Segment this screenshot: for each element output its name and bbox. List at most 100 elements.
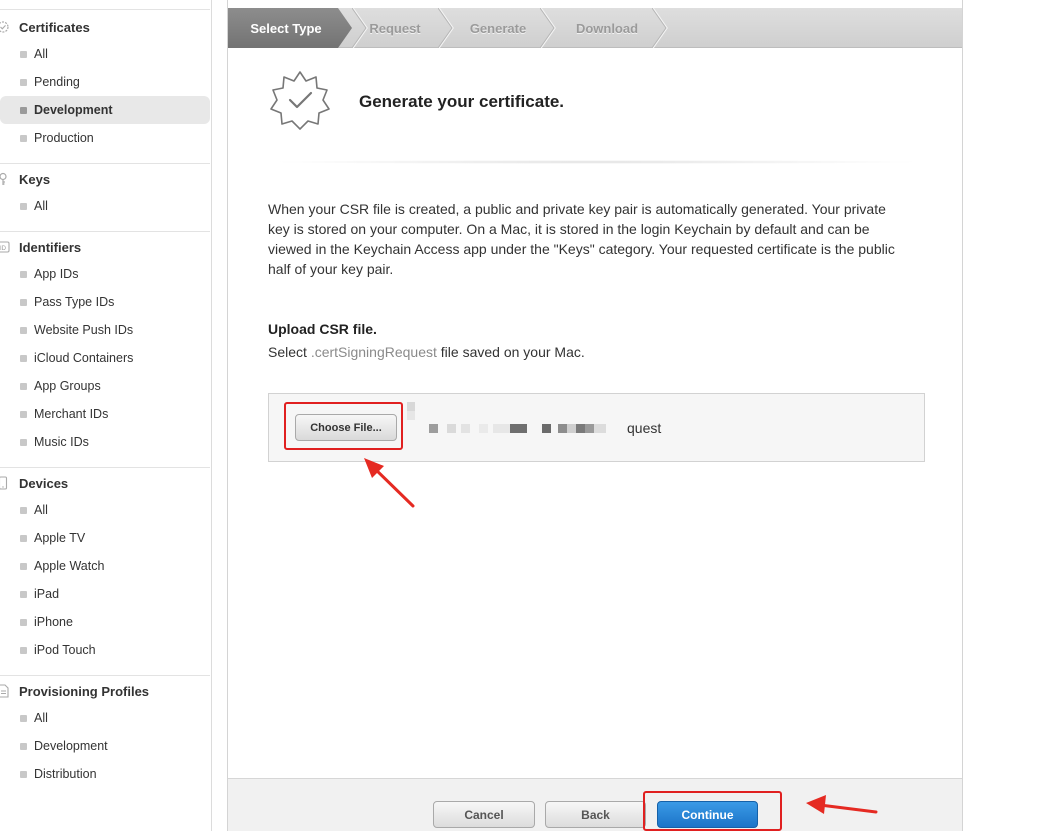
sidebar-heading-label: Certificates [19,19,90,35]
sidebar-item-label: Apple TV [34,531,86,545]
bullet [20,562,27,570]
sidebar-item-label: Pass Type IDs [34,295,115,309]
sidebar-heading-provisioning-profiles[interactable]: Provisioning Profiles [0,678,212,704]
sidebar-item-label: App IDs [34,267,79,281]
sidebar-item-icloud-containers[interactable]: iCloud Containers [0,344,212,372]
bullet [20,618,27,626]
sidebar-divider [0,675,210,676]
sidebar-item-label: Production [34,131,94,145]
sidebar-item-pass-type-ids[interactable]: Pass Type IDs [0,288,212,316]
sidebar-item-app-ids[interactable]: App IDs [0,260,212,288]
page-title: Generate your certificate. [359,92,565,111]
bullet [20,646,27,654]
sidebar-heading-devices[interactable]: Devices [0,470,212,496]
step-label: Select Type [250,20,322,36]
file-extension: .certSigningRequest [310,344,437,360]
bullet [20,590,27,598]
red-arrow-annotation-icon [806,795,878,814]
bullet [20,742,27,750]
sidebar-heading-certificates[interactable]: Certificates [0,14,212,40]
step-separator-icon [540,8,556,48]
sidebar: Certificates All Pending Development Pro… [0,0,212,831]
bullet [20,202,27,210]
sidebar-item-label: Pending [34,75,80,89]
step-label: Generate [469,20,527,36]
sidebar-heading-keys[interactable]: Keys [0,166,212,192]
step-select-type: Select Type [228,8,344,48]
key-icon [0,172,7,185]
sidebar-item-label: All [34,47,48,61]
bullet [20,506,27,514]
continue-highlight [643,791,782,831]
sidebar-item-label: Music IDs [34,435,89,449]
device-icon [0,476,8,490]
upload-heading: Upload CSR file. [268,321,377,337]
bullet [20,714,27,722]
sidebar-divider [0,231,210,232]
selected-file-name: quest [627,420,662,436]
sidebar-item-label: iPhone [34,615,73,629]
sidebar-divider [0,163,210,164]
sidebar-item-merchant-ids[interactable]: Merchant IDs [0,400,212,428]
cancel-button[interactable]: Cancel [433,801,535,828]
sidebar-item-label: Distribution [34,767,97,781]
section-divider [268,160,924,164]
sidebar-item-apple-watch[interactable]: Apple Watch [0,552,212,580]
sidebar-heading-label: Provisioning Profiles [19,683,150,699]
sidebar-section-identifiers: ID Identifiers App IDs Pass Type IDs Web… [0,234,212,456]
sidebar-item-label: Website Push IDs [34,323,134,337]
sidebar-section-devices: Devices All Apple TV Apple Watch iPad iP… [0,470,212,664]
bullet [20,770,27,778]
csr-description: When your CSR file is created, a public … [268,201,895,277]
upload-sub-prefix: Select [268,344,311,360]
bullet [20,534,27,542]
sidebar-item-keys-all[interactable]: All [0,192,212,220]
sidebar-item-iphone[interactable]: iPhone [0,608,212,636]
sidebar-heading-label: Identifiers [19,239,82,255]
sidebar-item-certificates-production[interactable]: Production [0,124,212,152]
sidebar-item-app-groups[interactable]: App Groups [0,372,212,400]
id-icon: ID [0,241,10,253]
sidebar-item-profiles-all[interactable]: All [0,704,212,732]
sidebar-item-website-push-ids[interactable]: Website Push IDs [0,316,212,344]
step-request: Request [352,8,438,48]
developer-portal-page: Certificates All Pending Development Pro… [0,0,1050,831]
sidebar-item-label: iPod Touch [34,643,96,657]
choose-file-highlight [284,402,403,450]
sidebar-item-music-ids[interactable]: Music IDs [0,428,212,456]
bullet [20,50,27,58]
step-separator-icon [438,8,454,48]
sidebar-item-apple-tv[interactable]: Apple TV [0,524,212,552]
sidebar-item-label: Apple Watch [34,559,105,573]
sidebar-item-profiles-development[interactable]: Development [0,732,212,760]
sidebar-item-certificates-pending[interactable]: Pending [0,68,212,96]
bullet [20,134,27,142]
back-button[interactable]: Back [545,801,646,828]
sidebar-divider [0,467,210,468]
sidebar-top-divider [0,9,210,10]
sidebar-item-label: All [34,199,48,213]
sidebar-item-certificates-all[interactable]: All [0,40,212,68]
step-label: Download [575,20,639,36]
sidebar-heading-label: Devices [19,475,69,491]
sidebar-item-profiles-distribution[interactable]: Distribution [0,760,212,788]
sidebar-item-devices-all[interactable]: All [0,496,212,524]
bullet [20,326,27,334]
svg-text:ID: ID [0,246,7,252]
bullet [20,78,27,86]
sidebar-item-certificates-development[interactable]: Development [0,96,210,124]
step-progress-bar: Select Type Request Generate Download [228,8,962,48]
bullet [20,106,27,114]
sidebar-heading-identifiers[interactable]: ID Identifiers [0,234,212,260]
sidebar-item-ipod-touch[interactable]: iPod Touch [0,636,212,664]
sidebar-item-label: All [34,503,48,517]
main-panel: Select Type Request Generate Download Ge… [227,0,963,831]
step-generate: Generate [454,8,542,48]
step-download: Download [558,8,656,48]
bullet [20,298,27,306]
upload-sub-suffix: file saved on your Mac. [436,344,585,360]
gear-badge-icon [0,21,9,33]
sidebar-section-keys: Keys All [0,166,212,220]
sidebar-item-label: iCloud Containers [34,351,134,365]
sidebar-item-ipad[interactable]: iPad [0,580,212,608]
